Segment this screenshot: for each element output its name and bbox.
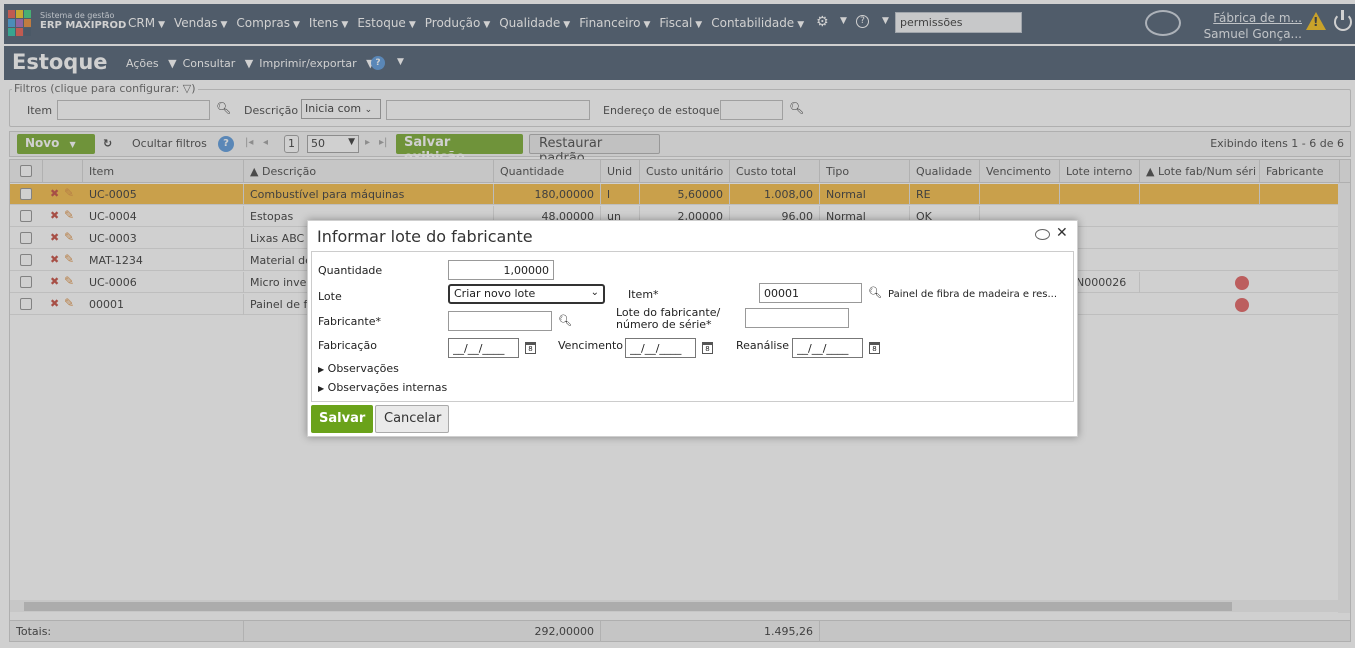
cancelar-button[interactable]: Cancelar bbox=[375, 405, 449, 433]
observacoes-internas-toggle[interactable]: ▶ Observações internas bbox=[318, 381, 447, 394]
calendar-icon[interactable]: 8 bbox=[702, 342, 713, 354]
lote-label: Lote bbox=[318, 290, 342, 303]
quantidade-label: Quantidade bbox=[318, 264, 383, 277]
vencimento-date-input[interactable] bbox=[625, 338, 696, 358]
item-description: Painel de fibra de madeira e res... bbox=[888, 289, 1058, 300]
fabricacao-date-input[interactable] bbox=[448, 338, 519, 358]
item-label: Item* bbox=[628, 288, 659, 301]
dialog-title: Informar lote do fabricante bbox=[317, 227, 533, 246]
calendar-icon[interactable]: 8 bbox=[869, 342, 880, 354]
salvar-button[interactable]: Salvar bbox=[311, 405, 373, 433]
fabricacao-label: Fabricação bbox=[318, 339, 377, 352]
item-input[interactable] bbox=[759, 283, 862, 303]
vencimento-label: Vencimento bbox=[558, 339, 624, 352]
fabricante-label: Fabricante* bbox=[318, 315, 381, 328]
lote-select[interactable]: Criar novo lote ⌄ bbox=[448, 284, 605, 304]
observacoes-toggle[interactable]: ▶ Observações bbox=[318, 362, 399, 375]
search-icon[interactable]: 🔍︎ bbox=[868, 286, 882, 299]
dialog-form: Quantidade Lote Criar novo lote⌄ Item* 🔍… bbox=[311, 251, 1074, 402]
calendar-icon[interactable]: 8 bbox=[525, 342, 536, 354]
reanalise-label: Reanálise bbox=[736, 339, 789, 352]
lote-fabricante-dialog: Informar lote do fabricante ✕ Quantidade… bbox=[307, 220, 1078, 437]
lote-fab-label: Lote do fabricante/número de série* bbox=[616, 306, 721, 331]
close-icon[interactable]: ✕ bbox=[1056, 225, 1068, 241]
quantidade-input[interactable] bbox=[448, 260, 554, 280]
reanalise-date-input[interactable] bbox=[792, 338, 863, 358]
lote-fab-input[interactable] bbox=[745, 308, 849, 328]
fabricante-input[interactable] bbox=[448, 311, 552, 331]
search-icon[interactable]: 🔍︎ bbox=[558, 314, 572, 327]
chat-icon[interactable] bbox=[1035, 229, 1050, 240]
